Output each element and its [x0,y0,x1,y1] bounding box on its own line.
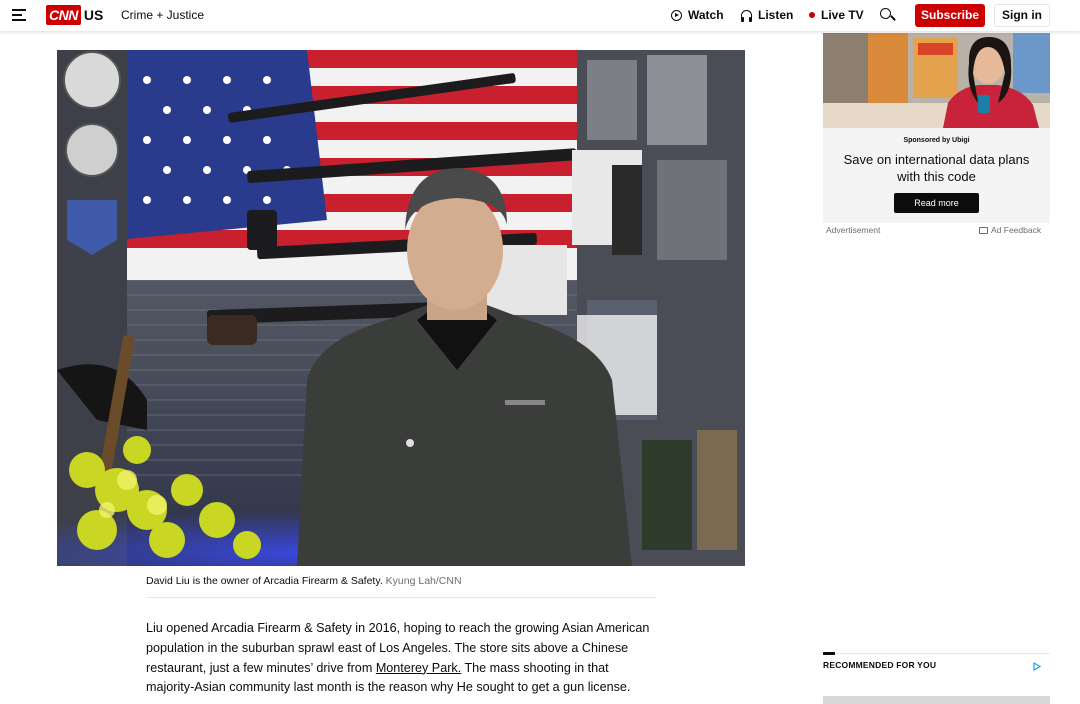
monterey-park-link[interactable]: Monterey Park. [376,661,461,675]
site-header: CNN US Crime + Justice Watch Listen Live… [0,0,1080,31]
recommended-thumbnail[interactable] [823,696,1050,704]
nav-live-tv-label: Live TV [821,8,864,22]
cnn-logo-mark: CNN [46,5,81,25]
cnn-logo[interactable]: CNN US [46,5,103,25]
ad-headline[interactable]: Save on international data plans with th… [833,151,1040,185]
nav-watch-label: Watch [688,8,724,22]
nav-listen[interactable]: Listen [741,8,793,22]
caption-credit: Kyung Lah/CNN [385,575,462,587]
ad-feedback-link[interactable]: Ad Feedback [979,225,1041,235]
caption-text: David Liu is the owner of Arcadia Firear… [146,575,383,587]
play-icon [671,9,682,21]
hamburger-menu-icon[interactable] [12,9,26,21]
image-caption: David Liu is the owner of Arcadia Firear… [146,575,656,598]
recommended-title: RECOMMENDED FOR YOU [823,660,937,670]
ad-feedback-label: Ad Feedback [991,225,1042,235]
advertisement-label: Advertisement [826,225,881,235]
section-link[interactable]: Crime + Justice [121,8,204,22]
recommended-divider [823,653,1050,654]
recommended-accent-bar [823,652,835,655]
article-hero-image [57,50,745,566]
ad-image[interactable] [823,33,1050,128]
search-icon[interactable] [880,8,896,23]
nav-live-tv[interactable]: Live TV [809,8,864,22]
subscribe-button[interactable]: Subscribe [915,4,985,27]
ad-read-more-button[interactable]: Read more [894,193,979,213]
edition-label[interactable]: US [84,7,103,23]
article-paragraph: Liu opened Arcadia Firearm & Safety in 2… [146,619,658,698]
nav-listen-label: Listen [758,8,794,22]
sponsored-ad[interactable]: Sponsored by Ubigi Save on international… [823,33,1050,223]
sign-in-button[interactable]: Sign in [994,4,1050,27]
live-dot-icon [809,12,815,18]
nav-watch[interactable]: Watch [671,8,724,22]
ad-sponsor: Sponsored by Ubigi [903,137,970,144]
adchoices-icon[interactable] [1033,662,1041,671]
headphones-icon [741,10,752,22]
feedback-icon [979,226,988,234]
